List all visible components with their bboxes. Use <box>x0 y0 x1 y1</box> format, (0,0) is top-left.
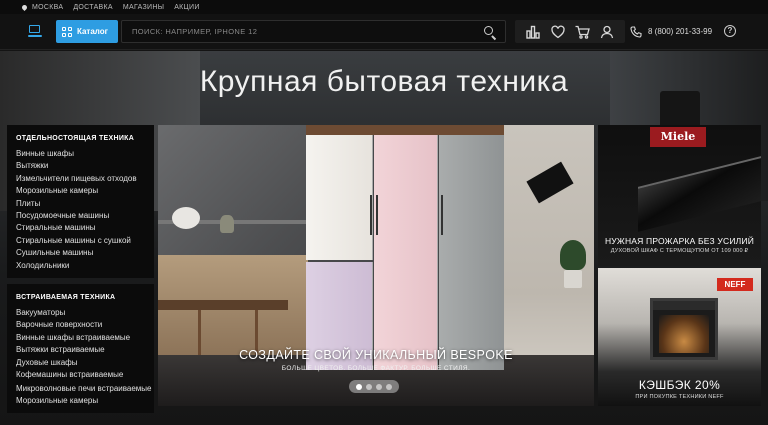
category-link[interactable]: Винные шкафы встраиваемые <box>16 332 154 344</box>
category-link[interactable]: Вакууматоры <box>16 307 154 319</box>
section-title[interactable]: ОТДЕЛЬНОСТОЯЩАЯ ТЕХНИКА <box>16 135 154 142</box>
category-link[interactable]: Стиральные машины с сушкой <box>16 235 154 247</box>
fridge-pink-image <box>374 135 438 370</box>
oven-image <box>650 298 718 360</box>
category-link[interactable]: Плиты <box>16 198 154 210</box>
category-link[interactable]: Микроволновые печи встраиваемые <box>16 382 154 395</box>
section-title[interactable]: ВСТРАИВАЕМАЯ ТЕХНИКА <box>16 294 154 301</box>
slider-dot[interactable] <box>376 383 382 390</box>
phone-icon <box>630 25 642 38</box>
stores-link[interactable]: МАГАЗИНЫ <box>123 4 164 11</box>
promo-subtitle: ДУХОВОЙ ШКАФ С ТЕРМОЩУПОМ ОТ 109 000 ₽ <box>610 248 749 254</box>
category-link[interactable]: Духовые шкафы <box>16 357 154 369</box>
user-actions <box>515 20 625 43</box>
city-selector[interactable]: МОСКВА <box>20 3 64 11</box>
promo-neff[interactable]: NEFF КЭШБЭК 20% ПРИ ПОКУПКЕ ТЕХНИКИ NEFF <box>598 268 761 406</box>
miele-logo: Miele <box>650 127 706 147</box>
search-placeholder: ПОИСК: НАПРИМЕР, IPHONE 12 <box>132 27 258 36</box>
top-info-bar: МОСКВА ДОСТАВКА МАГАЗИНЫ АКЦИИ <box>0 0 768 14</box>
compare-icon[interactable] <box>525 24 541 40</box>
delivery-link[interactable]: ДОСТАВКА <box>73 4 113 11</box>
promo-miele[interactable]: Miele НУЖНАЯ ПРОЖАРКА БЕЗ УСИЛИЙ ДУХОВОЙ… <box>598 125 761 266</box>
plates-image <box>172 207 200 229</box>
banner-title: СОЗДАЙТЕ СВОЙ УНИКАЛЬНЫЙ BESPOKE <box>239 348 513 362</box>
location-pin-icon <box>20 3 29 11</box>
promo-title: НУЖНАЯ ПРОЖАРКА БЕЗ УСИЛИЙ <box>604 236 755 246</box>
category-link[interactable]: Вытяжки <box>16 160 154 172</box>
category-link[interactable]: Стиральные машины <box>16 222 154 234</box>
category-link[interactable]: Вытяжки встраиваемые <box>16 344 154 356</box>
slider-dot[interactable] <box>386 383 392 390</box>
slider-dot[interactable] <box>366 383 372 390</box>
cart-icon[interactable] <box>574 24 590 40</box>
category-link[interactable]: Измельчители пищевых отходов <box>16 173 154 185</box>
oven-image <box>638 153 761 232</box>
category-section-built-in: ВСТРАИВАЕМАЯ ТЕХНИКА Вакууматоры Варочны… <box>7 284 154 413</box>
user-icon[interactable] <box>599 24 615 40</box>
banner-subtitle: БОЛЬШЕ ЦВЕТОВ. БОЛЬШЕ ФАКТУР. БОЛЬШЕ СТИ… <box>281 365 471 372</box>
banner-caption: СОЗДАЙТЕ СВОЙ УНИКАЛЬНЫЙ BESPOKE БОЛЬШЕ … <box>158 348 594 372</box>
category-section-freestanding: ОТДЕЛЬНОСТОЯЩАЯ ТЕХНИКА Винные шкафы Выт… <box>7 125 154 279</box>
grid-icon <box>62 26 72 37</box>
slider-dot[interactable] <box>356 383 362 390</box>
category-link[interactable]: Посудомоечные машины <box>16 210 154 222</box>
fridge-white-image <box>306 135 373 260</box>
phone-number: 8 (800) 201-33-99 <box>648 27 713 36</box>
city-label: МОСКВА <box>32 3 64 11</box>
search-icon[interactable] <box>483 25 497 41</box>
promotions-link[interactable]: АКЦИИ <box>174 4 200 11</box>
page-title: Крупная бытовая техника <box>199 65 569 98</box>
slider-pagination <box>349 380 399 393</box>
catalog-label: Каталог <box>77 27 108 36</box>
category-link[interactable]: Морозильные камеры <box>16 185 154 197</box>
promo-subtitle: ПРИ ПОКУПКЕ ТЕХНИКИ NEFF <box>635 394 724 400</box>
category-link[interactable]: Винные шкафы <box>16 148 154 160</box>
catalog-button[interactable]: Каталог <box>56 20 118 43</box>
heart-icon[interactable] <box>550 24 566 40</box>
category-link[interactable]: Кофемашины встраиваемые <box>16 369 154 381</box>
category-link[interactable]: Морозильные камеры <box>16 395 154 407</box>
category-link[interactable]: Холодильники <box>16 260 154 272</box>
fridge-grey-image <box>439 135 504 370</box>
help-icon[interactable]: ? <box>724 25 736 37</box>
category-link[interactable]: Варочные поверхности <box>16 319 154 331</box>
hero-banner[interactable]: СОЗДАЙТЕ СВОЙ УНИКАЛЬНЫЙ BESPOKE БОЛЬШЕ … <box>158 125 594 406</box>
neff-logo: NEFF <box>717 278 753 291</box>
logo-icon[interactable] <box>28 25 42 37</box>
category-link[interactable]: Сушильные машины <box>16 247 154 259</box>
main-header: Каталог ПОИСК: НАПРИМЕР, IPHONE 12 8 (80… <box>0 14 768 50</box>
category-sidebar: ОТДЕЛЬНОСТОЯЩАЯ ТЕХНИКА Винные шкафы Выт… <box>7 125 154 425</box>
promo-title: КЭШБЭК 20% <box>638 378 721 392</box>
search-input[interactable]: ПОИСК: НАПРИМЕР, IPHONE 12 <box>121 20 506 43</box>
